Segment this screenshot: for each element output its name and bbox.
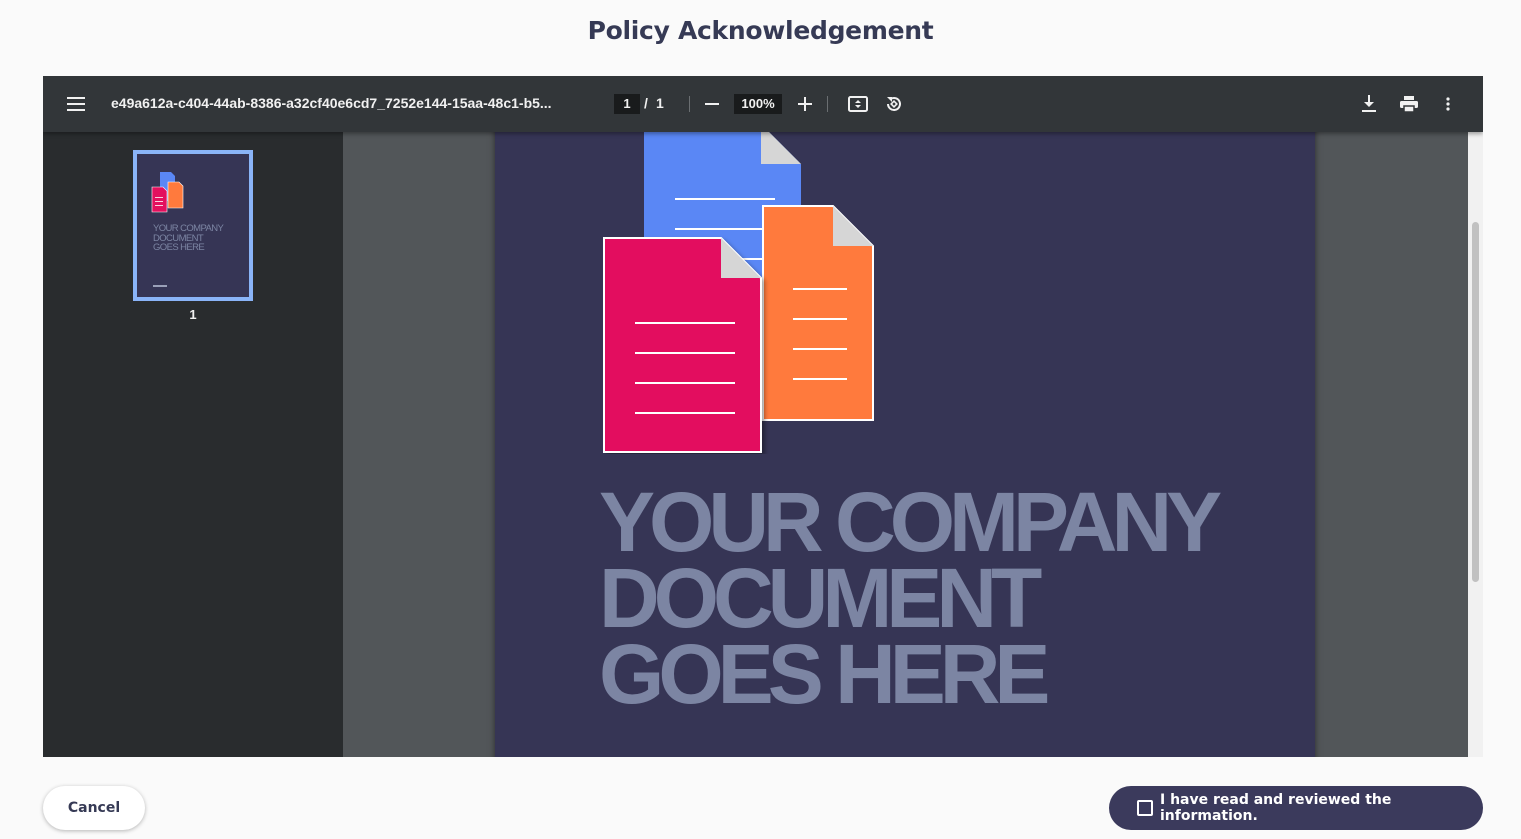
fit-to-page-button[interactable] xyxy=(846,93,870,115)
page-number-input[interactable]: 1 xyxy=(614,94,640,114)
zoom-input[interactable]: 100% xyxy=(734,94,782,114)
document-headline: YOUR COMPANY DOCUMENT GOES HERE xyxy=(599,475,1222,721)
acknowledge-button[interactable]: I have read and reviewed the information… xyxy=(1109,786,1483,830)
toolbar-divider xyxy=(689,96,690,112)
page-thumbnail[interactable]: YOUR COMPANY DOCUMENT GOES HERE xyxy=(133,150,253,301)
pdf-toolbar: e49a612a-c404-44ab-8386-a32cf40e6cd7_725… xyxy=(43,76,1483,132)
page-title: Policy Acknowledgement xyxy=(587,16,934,45)
thumbnail-footer-mark xyxy=(153,285,167,287)
toolbar-divider xyxy=(827,96,828,112)
zoom-in-button[interactable] xyxy=(794,94,816,114)
menu-button[interactable] xyxy=(65,94,87,114)
acknowledge-label: I have read and reviewed the information… xyxy=(1160,792,1392,824)
print-icon xyxy=(1400,96,1418,112)
thumbnail-page-number: 1 xyxy=(189,307,197,322)
checkbox-icon[interactable] xyxy=(1137,800,1153,816)
scrollbar-thumb[interactable] xyxy=(1472,222,1479,582)
cancel-button[interactable]: Cancel xyxy=(43,786,145,830)
document-area: YOUR COMPANY DOCUMENT GOES HERE xyxy=(343,132,1468,757)
thumbnail-headline: YOUR COMPANY DOCUMENT GOES HERE xyxy=(153,223,224,253)
minus-icon xyxy=(705,103,719,105)
plus-icon xyxy=(798,97,812,111)
more-options-button[interactable] xyxy=(1438,93,1458,115)
zoom-out-button[interactable] xyxy=(701,94,723,114)
documents-illustration xyxy=(603,132,874,453)
more-vertical-icon xyxy=(1446,97,1450,111)
document-page: YOUR COMPANY DOCUMENT GOES HERE xyxy=(495,132,1315,757)
fit-to-page-icon xyxy=(848,96,868,112)
document-filename: e49a612a-c404-44ab-8386-a32cf40e6cd7_725… xyxy=(111,95,552,111)
thumbnail-sidebar: YOUR COMPANY DOCUMENT GOES HERE 1 xyxy=(43,132,343,757)
rotate-icon xyxy=(887,97,901,111)
download-button[interactable] xyxy=(1357,93,1381,115)
rotate-button[interactable] xyxy=(882,93,906,115)
vertical-scrollbar[interactable] xyxy=(1468,132,1483,757)
documents-illustration-thumb xyxy=(151,172,184,213)
pdf-viewer: e49a612a-c404-44ab-8386-a32cf40e6cd7_725… xyxy=(43,76,1483,757)
download-icon xyxy=(1362,95,1376,112)
menu-icon xyxy=(67,97,85,111)
page-total: 1 xyxy=(656,95,664,111)
page-separator: / xyxy=(644,95,648,111)
print-button[interactable] xyxy=(1397,93,1421,115)
